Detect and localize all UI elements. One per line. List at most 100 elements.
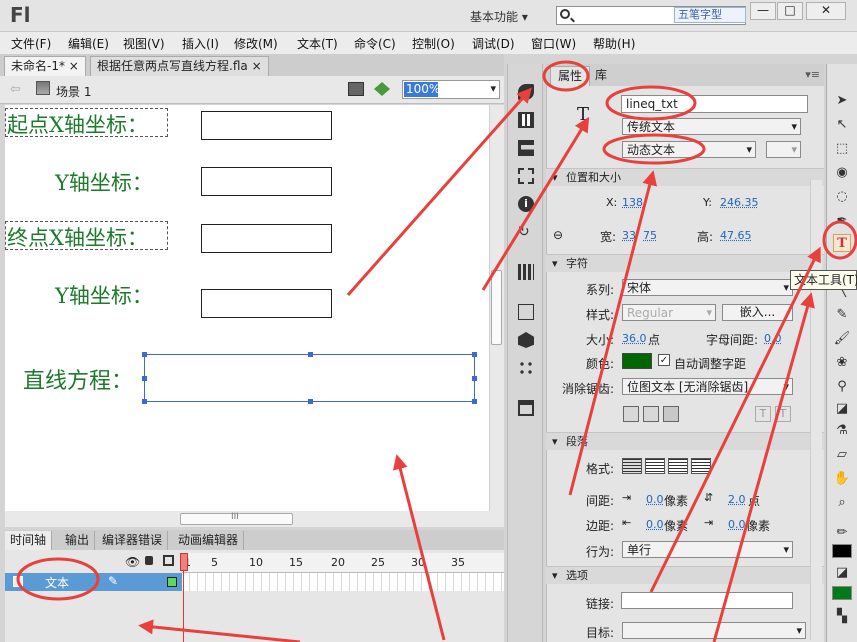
superscript-icon[interactable]: T (755, 406, 771, 422)
target-select[interactable] (622, 622, 806, 639)
resize-handle[interactable] (142, 376, 147, 381)
tab-output[interactable]: 输出 (60, 531, 96, 550)
tab-untitled[interactable]: 未命名-1* × (4, 56, 86, 76)
link-proportions-icon[interactable]: ⊖ (553, 228, 563, 242)
align-left-icon[interactable] (622, 458, 642, 474)
menu-modify[interactable]: 修改(M) (234, 35, 278, 52)
tab-timeline[interactable]: 时间轴 (5, 531, 53, 550)
menu-edit[interactable]: 编辑(E) (68, 35, 109, 52)
font-family-select[interactable]: 宋体 (622, 279, 793, 296)
left-margin-value[interactable]: 0.0 (646, 518, 664, 531)
transform-icon[interactable] (518, 168, 534, 184)
resize-handle[interactable] (308, 352, 313, 357)
instance-name-input[interactable]: lineq_txt (621, 95, 808, 113)
3d-rotation-icon[interactable]: ◉ (833, 164, 851, 182)
text-type-select[interactable]: 动态文本 (622, 141, 756, 158)
info-icon[interactable]: i (518, 196, 534, 212)
text-tool-icon[interactable]: T (833, 234, 851, 252)
stage-canvas[interactable]: 起点X轴坐标： Y轴坐标： 终点X轴坐标： Y轴坐标： 直线方程： (5, 105, 489, 511)
components-icon[interactable] (518, 304, 534, 320)
pencil-tool-icon[interactable]: ✎ (833, 306, 851, 324)
panel-menu-icon[interactable]: ▾≡ (805, 68, 820, 81)
menu-help[interactable]: 帮助(H) (593, 35, 635, 52)
tab-line-equation-fla[interactable]: 根据任意两点写直线方程.fla × (90, 56, 269, 76)
selection-tool-icon[interactable]: ➤ (833, 92, 851, 110)
close-window-button[interactable]: ✕ (806, 2, 846, 20)
align-icon[interactable] (518, 140, 534, 156)
align-grid-icon[interactable] (518, 112, 534, 128)
workspace-switcher[interactable]: 基本功能 ▾ (470, 8, 528, 25)
y-value[interactable]: 246.35 (720, 196, 759, 209)
paint-bucket-icon[interactable]: ◪ (833, 400, 851, 418)
menu-control[interactable]: 控制(O) (412, 35, 455, 52)
frame-cells[interactable] (182, 573, 504, 591)
hand-tool-icon[interactable]: ✋ (833, 470, 851, 488)
subscript-icon[interactable]: T (775, 406, 791, 422)
minimize-button[interactable]: — (750, 2, 776, 20)
eye-icon[interactable]: 👁 (125, 555, 140, 569)
vertical-scroll-thumb[interactable] (491, 270, 502, 345)
width-value[interactable]: 33 (622, 229, 636, 242)
menu-window[interactable]: 窗口(W) (531, 35, 576, 52)
eraser-icon[interactable]: ▱ (833, 446, 851, 464)
end-y-label[interactable]: Y轴坐标： (55, 280, 153, 310)
layer-row[interactable]: 文本 ✎ (5, 573, 182, 591)
back-arrow-icon[interactable]: ⇦ (10, 82, 21, 97)
orientation-select[interactable] (766, 141, 801, 158)
resize-handle[interactable] (142, 352, 147, 357)
pencil-icon[interactable]: ✎ (108, 574, 118, 588)
brush-library-icon[interactable] (518, 84, 534, 100)
font-color-swatch[interactable] (622, 353, 652, 369)
tab-motion-editor[interactable]: 动画编辑器 (173, 531, 245, 550)
properties-scrollbar[interactable] (810, 180, 822, 640)
menu-insert[interactable]: 插入(I) (182, 35, 219, 52)
horizontal-scroll-thumb[interactable]: III (180, 512, 293, 525)
link-input[interactable] (621, 592, 793, 609)
lock-icon[interactable] (145, 556, 153, 565)
start-x-label[interactable]: 起点X轴坐标： (7, 109, 148, 139)
letter-spacing-value[interactable]: 0.0 (764, 332, 782, 345)
bone-tool-icon[interactable]: ⚲ (833, 378, 851, 396)
close-icon[interactable]: × (69, 59, 79, 73)
tab-properties[interactable]: 属性 (550, 66, 591, 86)
html-render-icon[interactable] (643, 406, 659, 422)
brush-tool-icon[interactable]: 🖌 (833, 330, 851, 348)
tab-library[interactable]: 库 (588, 66, 614, 86)
zoom-select[interactable]: 100% ▾ (402, 80, 500, 99)
end-x-input[interactable] (201, 224, 332, 253)
fill-color-bucket-icon[interactable]: ◪ (833, 564, 851, 582)
antialias-select[interactable]: 位图文本 [无消除锯齿] (622, 378, 793, 395)
stroke-color-swatch[interactable] (832, 544, 852, 558)
layer-name[interactable]: 文本 (45, 574, 69, 591)
selectable-icon[interactable] (623, 406, 639, 422)
pen-tool-icon[interactable]: ✒ (833, 212, 851, 230)
stroke-color-pencil-icon[interactable]: ✏ (833, 524, 851, 542)
border-toggle-icon[interactable] (663, 406, 679, 422)
menu-file[interactable]: 文件(F) (11, 35, 51, 52)
fill-color-swatch[interactable] (832, 586, 852, 600)
resize-handle[interactable] (472, 352, 477, 357)
scene-panel-icon[interactable] (518, 400, 534, 416)
size-value[interactable]: 36.0 (622, 332, 647, 345)
embed-button[interactable]: 嵌入... (722, 304, 793, 321)
font-style-select[interactable]: Regular (622, 304, 716, 321)
section-paragraph[interactable]: 段落 (546, 432, 824, 450)
resize-handle[interactable] (308, 399, 313, 404)
align-justify-icon[interactable] (691, 458, 711, 474)
edit-scene-icon[interactable] (348, 82, 364, 96)
section-options[interactable]: 选项 (546, 566, 824, 584)
maximize-button[interactable]: □ (777, 2, 803, 20)
start-y-label[interactable]: Y轴坐标： (55, 167, 153, 197)
swatches-icon[interactable] (518, 360, 534, 376)
start-x-input[interactable] (201, 111, 332, 140)
tab-compiler-errors[interactable]: 编译器错误 (97, 531, 169, 550)
end-x-label[interactable]: 终点X轴坐标： (7, 222, 148, 252)
subselection-tool-icon[interactable]: ↖ (833, 116, 851, 134)
line-equation-output-field[interactable] (142, 352, 477, 404)
lasso-icon[interactable]: ◌ (833, 188, 851, 206)
auto-kern-checkbox[interactable]: ✓ (658, 354, 670, 366)
x-value[interactable]: 138. (622, 196, 647, 209)
swap-colors-icon[interactable]: ▚ (833, 608, 851, 626)
edit-symbols-icon[interactable] (374, 82, 390, 96)
menu-debug[interactable]: 调试(D) (472, 35, 515, 52)
